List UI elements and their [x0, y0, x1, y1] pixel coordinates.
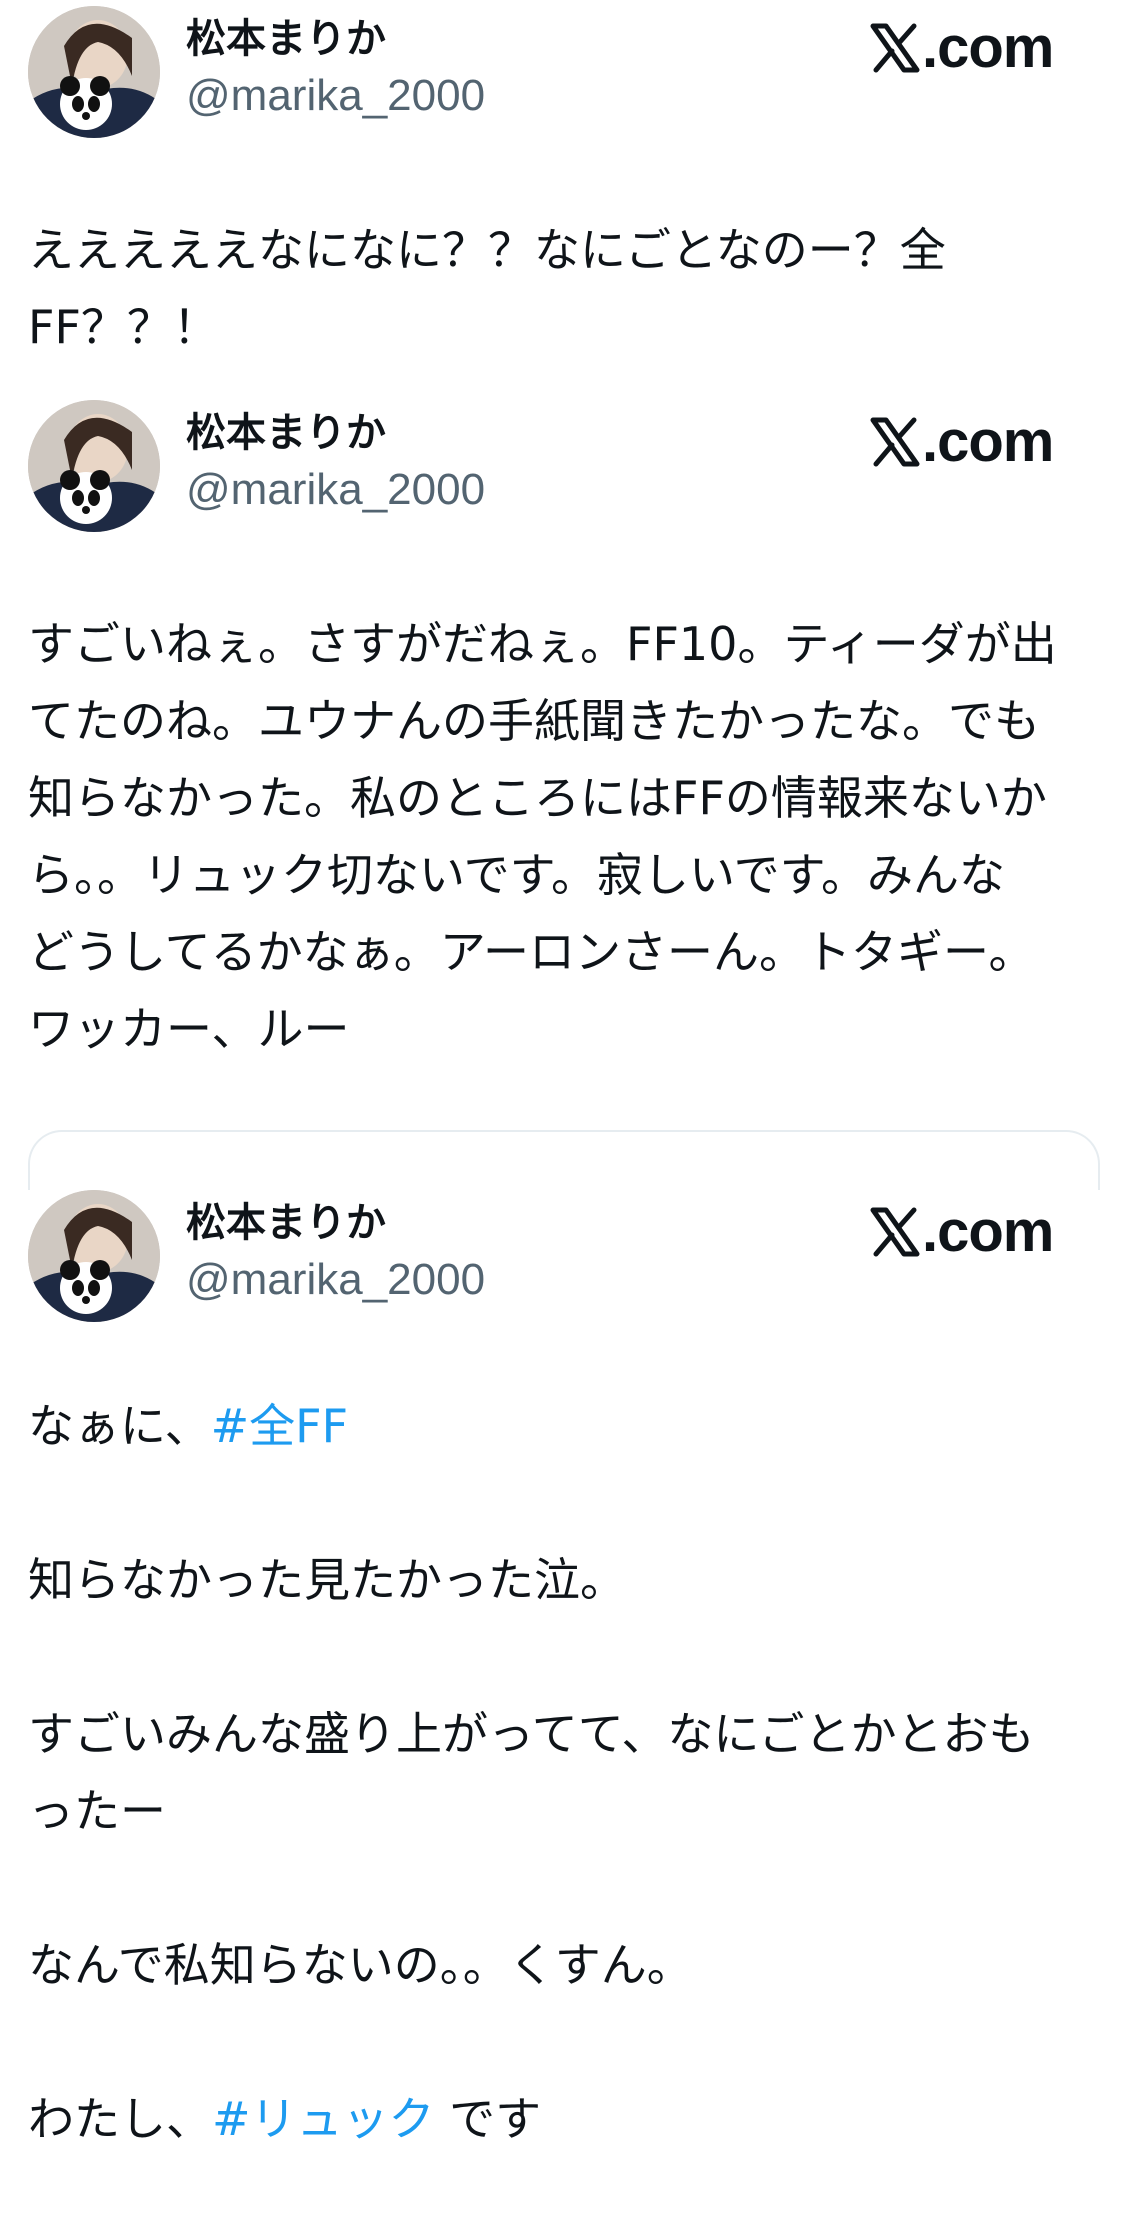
tweet-text: すごいねぇ。さすがだねぇ。FF10。ティーダが出 てたのね。ユウナんの手紙聞きた…: [28, 606, 1098, 1068]
tweet-line: 知らなかった見たかった泣。: [28, 1553, 626, 1607]
x-logo-icon: [870, 23, 920, 73]
tweet-1: 松本まりか @marika_2000 .com えええええなになに？？なにごとな…: [0, 0, 1125, 370]
tweet-3: 松本まりか @marika_2000 .com なぁに、#全FF 知らなかった見…: [0, 1184, 1125, 2216]
display-name[interactable]: 松本まりか: [186, 14, 386, 64]
user-avatar[interactable]: [28, 6, 160, 138]
tweet-line: えええええなになに？？なにごとなのー？全: [28, 223, 946, 277]
tweet-line: 知らなかった。私のところにはFFの情報来ないか: [28, 771, 1047, 825]
user-handle[interactable]: @marika_2000: [186, 1254, 485, 1306]
tweet-line: ワッカー、ルー: [28, 1002, 350, 1056]
tweet-line: FF？？！: [28, 300, 219, 354]
tweet-line: わたし、#リュック です: [28, 2081, 1098, 2158]
display-name[interactable]: 松本まりか: [186, 1198, 386, 1248]
x-logo-icon: [870, 417, 920, 467]
tweet-2: 松本まりか @marika_2000 .com すごいねぇ。さすがだねぇ。FF1…: [0, 394, 1125, 1114]
x-com-link[interactable]: .com: [870, 1199, 1054, 1264]
tweet-line: すごいねぇ。さすがだねぇ。FF10。ティーダが出: [28, 617, 1057, 671]
tweet-line: すごいみんな盛り上がってて、なにごとかとおも: [28, 1707, 1035, 1761]
hashtag-link[interactable]: #リュック: [212, 2092, 435, 2146]
tweet-line: なぁに、#全FF: [28, 1388, 1098, 1465]
x-com-link[interactable]: .com: [870, 15, 1054, 80]
tweet-text: なぁに、#全FF 知らなかった見たかった泣。 すごいみんな盛り上がってて、なにご…: [28, 1388, 1098, 2158]
user-avatar[interactable]: [28, 400, 160, 532]
user-handle[interactable]: @marika_2000: [186, 464, 485, 516]
x-com-suffix: .com: [922, 409, 1054, 474]
user-avatar[interactable]: [28, 1190, 160, 1322]
x-com-suffix: .com: [922, 1199, 1054, 1264]
tweet-header: 松本まりか @marika_2000 .com: [0, 1184, 1125, 1324]
tweet-text: えええええなになに？？なにごとなのー？全 FF？？！: [28, 212, 1098, 366]
x-com-suffix: .com: [922, 15, 1054, 80]
tweet-line: なんで私知らないの。。くすん。: [28, 1938, 693, 1992]
x-com-link[interactable]: .com: [870, 409, 1054, 474]
tweet-line: ったー: [28, 1784, 166, 1838]
tweet-text-segment: わたし、: [28, 2092, 212, 2146]
tweet-text-segment: なぁに、: [28, 1399, 211, 1453]
tweet-header: 松本まりか @marika_2000 .com: [0, 394, 1125, 534]
hashtag-link[interactable]: #全FF: [211, 1399, 348, 1453]
tweet-line: てたのね。ユウナんの手紙聞きたかったな。でも: [28, 694, 1040, 748]
tweet-line: どうしてるかなぁ。アーロンさーん。トタギー。: [28, 925, 1035, 979]
tweet-line: ら。。リュック切ないです。寂しいです。みんな: [28, 848, 1006, 902]
quoted-tweet-card[interactable]: [28, 1130, 1100, 1190]
x-logo-icon: [870, 1207, 920, 1257]
user-handle[interactable]: @marika_2000: [186, 70, 485, 122]
tweet-text-segment: です: [434, 2092, 542, 2146]
display-name[interactable]: 松本まりか: [186, 408, 386, 458]
tweet-header: 松本まりか @marika_2000 .com: [0, 0, 1125, 140]
